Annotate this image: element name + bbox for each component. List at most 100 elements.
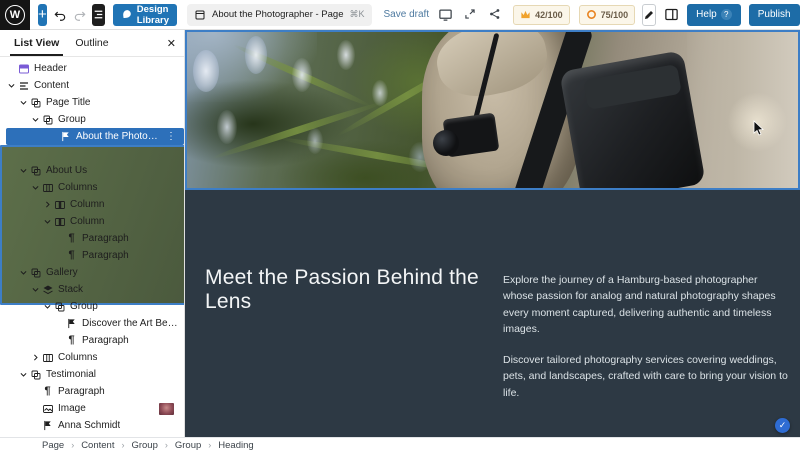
add-block-button[interactable]: + bbox=[38, 4, 47, 26]
stack-block-icon bbox=[41, 283, 54, 296]
list-view-icon bbox=[92, 8, 105, 21]
tree-item-group[interactable]: Group bbox=[0, 298, 184, 315]
tree-item-content[interactable]: Content bbox=[0, 77, 184, 94]
document-overview-button[interactable] bbox=[92, 4, 105, 26]
undo-button[interactable] bbox=[53, 4, 67, 26]
tree-item-anna-schmidt[interactable]: Anna Schmidt bbox=[0, 417, 184, 434]
chevron-down-icon[interactable] bbox=[17, 369, 29, 381]
tree-item-paragraph[interactable]: ¶Paragraph bbox=[0, 230, 184, 247]
group-block-icon bbox=[29, 368, 42, 381]
settings-sidebar-toggle[interactable] bbox=[664, 7, 679, 23]
group-block-icon bbox=[41, 113, 54, 126]
hero-flower bbox=[245, 36, 267, 74]
breadcrumb-item-group[interactable]: Group bbox=[175, 440, 201, 451]
columns-block-icon bbox=[41, 351, 54, 364]
tab-list-view[interactable]: List View bbox=[6, 30, 67, 56]
tree-item-group[interactable]: Group bbox=[0, 111, 184, 128]
column-block-icon bbox=[53, 215, 66, 228]
design-library-button[interactable]: Design Library bbox=[113, 4, 177, 26]
breadcrumb: Page›Content›Group›Group›Heading bbox=[42, 440, 254, 451]
heading-block-icon bbox=[41, 419, 54, 432]
tree-item-label: Header bbox=[34, 63, 67, 74]
group-block-icon bbox=[29, 266, 42, 279]
chevron-down-icon[interactable] bbox=[29, 114, 41, 126]
seo-score-badge[interactable]: 42/100 bbox=[513, 5, 570, 25]
seo-score-icon bbox=[520, 9, 531, 20]
breadcrumb-separator: › bbox=[71, 440, 74, 450]
tree-item-about-the-photographer[interactable]: About the Photographer⋮ bbox=[6, 128, 184, 145]
help-button[interactable]: Help ? bbox=[687, 4, 741, 26]
chevron-spacer bbox=[29, 420, 41, 432]
image-block-icon bbox=[41, 402, 54, 415]
chevron-down-icon[interactable] bbox=[17, 267, 29, 279]
tree-item-page-title[interactable]: Page Title bbox=[0, 94, 184, 111]
breadcrumb-item-page[interactable]: Page bbox=[42, 440, 64, 451]
breadcrumb-item-heading[interactable]: Heading bbox=[218, 440, 253, 451]
tree-item-image[interactable]: Image bbox=[0, 145, 184, 162]
help-label: Help bbox=[696, 9, 717, 20]
column-block-icon bbox=[53, 198, 66, 211]
about-section[interactable]: Meet the Passion Behind the Lens Explore… bbox=[185, 190, 800, 437]
edit-mode-button[interactable] bbox=[642, 4, 656, 26]
breadcrumb-separator: › bbox=[121, 440, 124, 450]
chevron-right-icon[interactable] bbox=[41, 199, 53, 211]
tree-item-label: Page Title bbox=[46, 97, 90, 108]
chevron-down-icon[interactable] bbox=[41, 216, 53, 228]
breadcrumb-item-group[interactable]: Group bbox=[131, 440, 157, 451]
tree-item-column[interactable]: Column bbox=[0, 213, 184, 230]
tab-outline[interactable]: Outline bbox=[67, 30, 116, 56]
paragraph-block-icon: ¶ bbox=[65, 334, 78, 347]
section-heading[interactable]: Meet the Passion Behind the Lens bbox=[205, 266, 505, 314]
performance-score-badge[interactable]: 75/100 bbox=[579, 5, 636, 25]
chevron-right-icon[interactable] bbox=[29, 352, 41, 364]
hero-image-block[interactable] bbox=[185, 30, 800, 190]
tree-item-label: Group bbox=[58, 114, 86, 125]
section-paragraph-1[interactable]: Explore the journey of a Hamburg-based p… bbox=[503, 272, 788, 337]
tree-item-paragraph[interactable]: ¶Paragraph bbox=[0, 247, 184, 264]
save-draft-button[interactable]: Save draft bbox=[384, 9, 430, 20]
row-options-icon[interactable]: ⋮ bbox=[162, 131, 180, 142]
wordpress-logo[interactable]: W bbox=[0, 0, 30, 30]
tree-item-header[interactable]: Header bbox=[0, 60, 184, 77]
tree-item-discover-the-art-behind-t[interactable]: Discover the Art Behind t... bbox=[0, 315, 184, 332]
tree-item-label: Group bbox=[70, 301, 98, 312]
tree-item-about-us[interactable]: About Us bbox=[0, 162, 184, 179]
document-title-button[interactable]: About the Photographer - Page ⌘K bbox=[187, 4, 372, 26]
breadcrumb-separator: › bbox=[208, 440, 211, 450]
accessibility-check-button[interactable]: ✓ bbox=[775, 418, 790, 433]
fullscreen-icon[interactable] bbox=[463, 7, 479, 23]
section-paragraph-2[interactable]: Discover tailored photography services c… bbox=[503, 352, 788, 401]
tree-item-column[interactable]: Column bbox=[0, 196, 184, 213]
design-library-icon bbox=[121, 9, 132, 20]
design-library-label: Design Library bbox=[137, 4, 169, 26]
tree-item-paragraph[interactable]: ¶Paragraph bbox=[0, 383, 184, 400]
tree-item-testimonial[interactable]: Testimonial bbox=[0, 366, 184, 383]
chevron-down-icon[interactable] bbox=[29, 284, 41, 296]
tree-item-gallery[interactable]: Gallery bbox=[0, 264, 184, 281]
tree-item-label: Image bbox=[58, 403, 86, 414]
chevron-down-icon[interactable] bbox=[29, 182, 41, 194]
tree-item-image[interactable]: Image bbox=[0, 400, 184, 417]
chevron-down-icon[interactable] bbox=[17, 97, 29, 109]
performance-score-icon bbox=[586, 9, 597, 20]
tree-item-paragraph[interactable]: ¶Paragraph bbox=[0, 332, 184, 349]
tree-item-columns[interactable]: Columns bbox=[0, 349, 184, 366]
template-part-block-icon bbox=[17, 62, 30, 75]
seo-score-value: 42/100 bbox=[535, 10, 563, 20]
block-breadcrumb: Page›Content›Group›Group›Heading bbox=[0, 437, 800, 452]
chevron-down-icon[interactable] bbox=[41, 301, 53, 313]
preview-desktop-icon[interactable] bbox=[438, 7, 454, 23]
tree-item-label: Columns bbox=[58, 352, 97, 363]
publish-button[interactable]: Publish bbox=[749, 4, 800, 26]
breadcrumb-item-content[interactable]: Content bbox=[81, 440, 114, 451]
chevron-down-icon[interactable] bbox=[17, 165, 29, 177]
redo-button[interactable] bbox=[73, 4, 87, 26]
chevron-down-icon[interactable] bbox=[5, 80, 17, 92]
close-icon[interactable]: ✕ bbox=[167, 30, 176, 56]
tree-item-stack[interactable]: Stack bbox=[0, 281, 184, 298]
tree-item-columns[interactable]: Columns bbox=[0, 179, 184, 196]
tree-item-label: Paragraph bbox=[58, 386, 105, 397]
publish-label: Publish bbox=[758, 9, 791, 20]
share-icon[interactable] bbox=[488, 7, 504, 23]
paragraph-block-icon: ¶ bbox=[65, 232, 78, 245]
